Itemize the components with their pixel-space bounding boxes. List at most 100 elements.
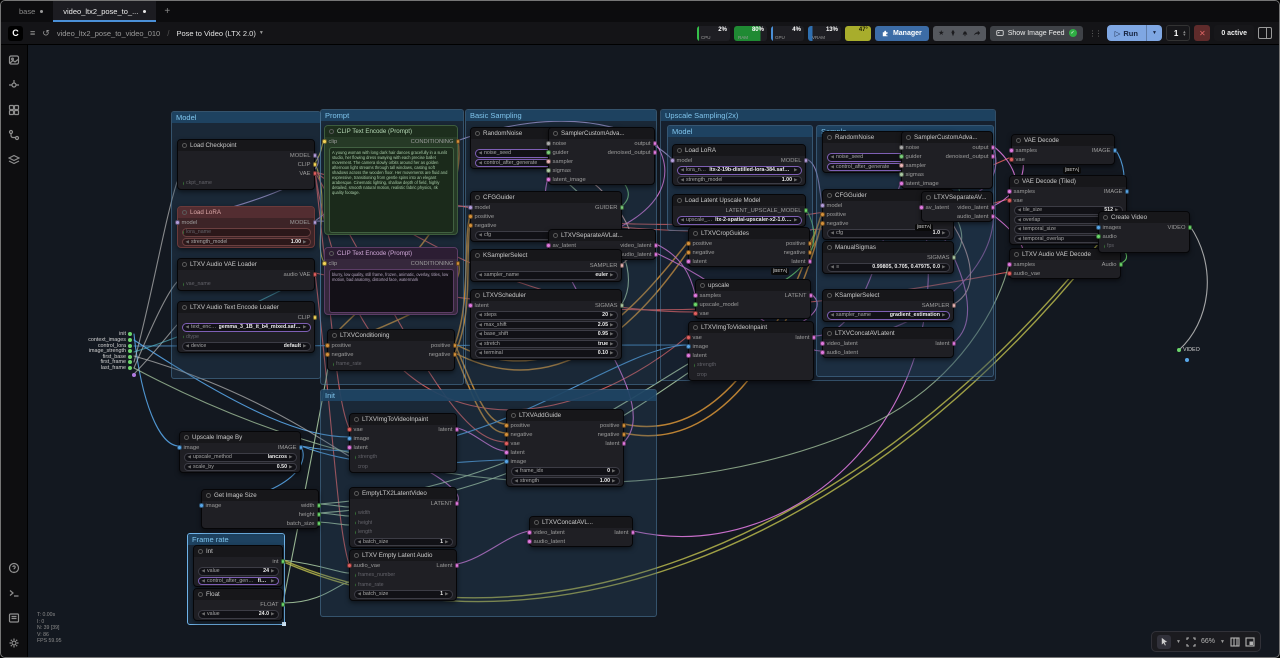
input-slot-model[interactable] <box>468 205 473 210</box>
node-load-latent-upscale-model[interactable]: Load Latent Upscale ModelLATENT_UPSCALE_… <box>672 194 806 227</box>
tab-active-workflow[interactable]: video_ltx2_pose_to_... <box>53 1 156 22</box>
output-slot-latent[interactable] <box>455 427 460 432</box>
input-slot-positive[interactable] <box>820 212 825 217</box>
widget-dtype[interactable]: dtype <box>182 333 311 342</box>
input-slot-samples[interactable] <box>1007 189 1012 194</box>
widget-frame_rate[interactable]: frame_rate <box>332 360 451 369</box>
widget-ckpt_name[interactable]: ckpt_name <box>182 179 311 188</box>
node-create-video[interactable]: Create VideoimagesVIDEOaudiofps <box>1098 211 1190 253</box>
input-slot-guider[interactable] <box>546 150 551 155</box>
input-slot-vae[interactable] <box>347 427 352 432</box>
input-slot-upscale_model[interactable] <box>693 302 698 307</box>
input-slot-image[interactable] <box>504 459 509 464</box>
input-slot-audio_vae[interactable] <box>347 563 352 568</box>
run-options-chevron[interactable]: ▼ <box>1146 25 1162 41</box>
output-slot-int[interactable] <box>281 559 286 564</box>
output-slot-Latent[interactable] <box>455 563 460 568</box>
output-slot-output[interactable] <box>991 145 996 150</box>
output-slot-latent[interactable] <box>812 335 817 340</box>
widget-batch_size[interactable]: ◀batch_size1▶ <box>354 538 453 547</box>
node-graph-canvas[interactable]: Upscale Sampling(2x)ModelPromptBasic Sam… <box>1 1 1280 658</box>
node-upscale-image-by[interactable]: Upscale Image ByimageIMAGE◀upscale_metho… <box>179 431 301 473</box>
output-slot-GUIDER[interactable] <box>620 205 625 210</box>
queue-icon[interactable] <box>8 53 21 66</box>
widget-value[interactable]: ◀value24.0▶ <box>198 610 279 619</box>
input-slot-vae[interactable] <box>686 335 691 340</box>
input-slot-latent_image[interactable] <box>546 177 551 182</box>
logs-icon[interactable] <box>8 611 21 624</box>
output-slot-FLOAT[interactable] <box>281 602 286 607</box>
node-clip-text-encode-positive[interactable]: CLIP Text Encode (Prompt)clipCONDITIONIN… <box>324 125 458 235</box>
output-slot-CLIP[interactable] <box>313 315 318 320</box>
input-slot-latent[interactable] <box>468 303 473 308</box>
input-slot-sigmas[interactable] <box>899 172 904 177</box>
output-slot-LATENT_UPSCALE_MODEL[interactable] <box>804 208 809 213</box>
node-ltxv-audio-vae-loader[interactable]: LTXV Audio VAE Loaderaudio VAEvae_name <box>177 258 315 291</box>
model-library-icon[interactable] <box>8 103 21 116</box>
input-slot-model[interactable] <box>670 158 675 163</box>
widget-strength[interactable]: ◀strength1.00▶ <box>511 477 620 486</box>
output-slot-audio VAE[interactable] <box>313 272 318 277</box>
input-slot-guider[interactable] <box>899 154 904 159</box>
output-slot-positive[interactable] <box>622 423 627 428</box>
prompt-text[interactable]: A young woman with long dark hair dances… <box>329 147 454 233</box>
input-slot-sigmas[interactable] <box>546 168 551 173</box>
widget-strength[interactable]: strength <box>354 453 453 462</box>
input-slot-model[interactable] <box>175 220 180 225</box>
output-slot-latent[interactable] <box>808 259 813 264</box>
output-slot-IMAGE[interactable] <box>1113 148 1118 153</box>
input-slot-negative[interactable] <box>325 352 330 357</box>
reroute-dot[interactable] <box>132 373 136 377</box>
output-slot-IMAGE[interactable] <box>1125 189 1130 194</box>
node-get-image-size[interactable]: Get Image Sizeimagewidthheightbatch_size <box>201 489 319 529</box>
output-slot-video_latent[interactable] <box>654 243 659 248</box>
input-slot-samples[interactable] <box>1007 262 1012 267</box>
input-slot-video_latent[interactable] <box>820 341 825 346</box>
output-slot-LATENT[interactable] <box>809 293 814 298</box>
node-library-icon[interactable] <box>8 78 21 91</box>
widget-batch_size[interactable]: ◀batch_size1▶ <box>354 590 453 599</box>
share-arrow-icon[interactable] <box>972 28 983 39</box>
output-slot-width[interactable] <box>317 503 322 508</box>
input-slot-audio_latent[interactable] <box>527 539 532 544</box>
widget-base_shift[interactable]: ◀base_shift0.95▶ <box>475 330 618 339</box>
output-slot-CONDITIONING[interactable] <box>456 139 461 144</box>
node-sampler-custom-advanced-2[interactable]: SamplerCustomAdva...noiseoutputguiderden… <box>901 131 993 189</box>
output-slot-latent[interactable] <box>622 441 627 446</box>
output-slot-output[interactable] <box>653 141 658 146</box>
node-upscale[interactable]: upscalesamplesLATENTupscale_modelvae <box>695 279 811 319</box>
input-slot-samples[interactable] <box>693 293 698 298</box>
active-jobs-badge[interactable]: 0 active <box>1214 25 1254 41</box>
output-slot-negative[interactable] <box>453 352 458 357</box>
tool-chevron-icon[interactable]: ▼ <box>1176 639 1181 645</box>
output-slot-audio_latent[interactable] <box>654 252 659 257</box>
output-slot-denoised_output[interactable] <box>991 154 996 159</box>
node-ltxv-audio-vae-decode[interactable]: LTXV Audio VAE DecodesamplesAudioaudio_v… <box>1009 248 1121 279</box>
drag-grip-icon[interactable]: ⋮⋮ <box>1087 29 1103 38</box>
prompt-text[interactable]: blurry, low quality, still frame, frozen… <box>329 269 454 313</box>
node-ltxv-empty-latent-audio[interactable]: LTXV Empty Latent Audioaudio_vaeLatentfr… <box>349 549 457 601</box>
undo-icon[interactable]: ↺ <box>42 29 50 38</box>
output-slot-positive[interactable] <box>808 241 813 246</box>
widget-sampler_name[interactable]: ◀sampler_nameeuler▶ <box>475 271 618 280</box>
input-slot-image[interactable] <box>177 445 182 450</box>
node-ltxv-img-to-video-inpaint-upscale[interactable]: LTXVImgToVideoInpaintvaelatentimagelaten… <box>688 321 814 381</box>
output-slot-video_latent[interactable] <box>991 205 996 210</box>
output-slot-audio_latent[interactable] <box>991 214 996 219</box>
input-slot-audio_latent[interactable] <box>820 350 825 355</box>
output-slot-SIGMAS[interactable] <box>620 303 625 308</box>
widget-vae_name[interactable]: vae_name <box>182 280 311 289</box>
input-slot-positive[interactable] <box>504 423 509 428</box>
star-icon[interactable]: ★ <box>936 28 947 39</box>
widget-text_encoder[interactable]: ◀text_encodergemma_3_1B_it_b4_mixed.safe… <box>182 323 311 332</box>
node-ltxv-add-guide[interactable]: LTXVAddGuidepositivepositivenegativenega… <box>506 409 624 487</box>
terminal-icon[interactable] <box>8 586 21 599</box>
tab-base[interactable]: base <box>9 1 53 22</box>
node-load-checkpoint[interactable]: Load CheckpointMODELCLIPVAEckpt_name <box>177 139 315 190</box>
input-slot-image[interactable] <box>199 503 204 508</box>
fit-view-icon[interactable] <box>1186 637 1196 647</box>
input-slot-positive[interactable] <box>686 241 691 246</box>
node-load-lora-upscale[interactable]: Load LoRAmodelMODEL◀lora_nameltx-2-19b-d… <box>672 144 806 186</box>
batch-count-stepper[interactable]: 1 ▲▼ <box>1166 25 1190 41</box>
widget-crop[interactable]: crop <box>693 371 810 380</box>
